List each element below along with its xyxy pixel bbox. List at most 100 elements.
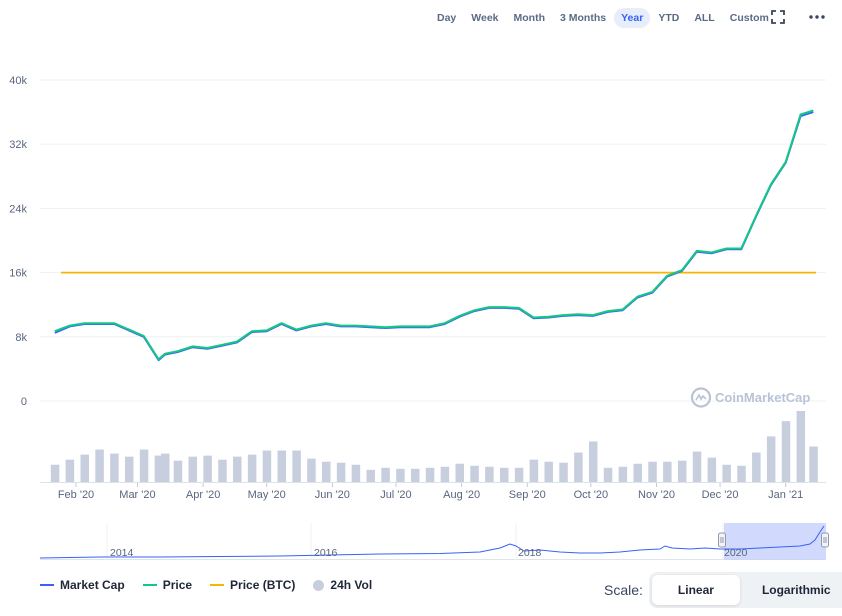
chart-legend: Market Cap Price Price (BTC) 24h Vol (40, 578, 390, 592)
legend-swatch (40, 584, 54, 586)
y-tick-label: 0 (21, 396, 27, 408)
market-cap-line (54, 111, 814, 362)
x-tick-label: Sep '20 (509, 489, 546, 501)
x-tick-label: Jul '20 (380, 489, 411, 501)
volume-bar (588, 441, 598, 482)
legend-item-24h-vol[interactable]: 24h Vol (313, 578, 372, 592)
volume-bar (277, 450, 287, 482)
volume-bar (692, 451, 702, 482)
volume-bar (809, 446, 818, 482)
navigator-year-label: 2014 (110, 547, 134, 559)
volume-bar (737, 465, 746, 482)
legend-swatch (210, 584, 225, 586)
legend-label: Price (BTC) (230, 578, 296, 592)
volume-bar (80, 454, 89, 482)
volume-bar (381, 467, 390, 482)
x-tick-label: Nov '20 (638, 489, 675, 501)
x-tick-label: Mar '20 (119, 489, 155, 501)
legend-label: Price (162, 578, 193, 592)
y-tick-label: 24k (9, 203, 27, 215)
volume-bar (425, 467, 435, 482)
volume-bar (529, 459, 539, 482)
volume-bar (722, 464, 731, 482)
legend-item-market-cap[interactable]: Market Cap (40, 578, 125, 592)
legend-swatch (142, 584, 157, 586)
volume-bar (292, 450, 301, 482)
scale-selector: Scale: Linear Logarithmic (604, 572, 842, 608)
x-tick-label: Oct '20 (574, 489, 609, 501)
volume-bar (603, 467, 613, 482)
volume-bar (796, 411, 806, 482)
series-lines (54, 109, 816, 362)
volume-bar (322, 461, 331, 482)
y-tick-label: 16k (9, 268, 27, 280)
grid-lines (40, 79, 826, 402)
legend-item-price[interactable]: Price (142, 578, 193, 592)
navigator-year-label: 2016 (314, 547, 338, 559)
volume-bar (351, 464, 361, 482)
volume-bar (470, 465, 479, 482)
x-axis: Feb '20 Mar '20 Apr '20 May '20 Jun '20 Jul '… (58, 482, 803, 501)
navigator-handle[interactable] (718, 532, 726, 548)
x-tick-label: Aug '20 (443, 489, 480, 501)
legend-item-price-btc[interactable]: Price (BTC) (210, 578, 295, 592)
volume-bar (559, 462, 568, 482)
volume-bar (618, 466, 628, 482)
volume-bar (139, 449, 149, 482)
watermark-text: CoinMarketCap (715, 390, 810, 405)
volume-bar (485, 466, 494, 482)
volume-bar (95, 449, 104, 482)
volume-bar (752, 452, 761, 482)
volume-bar (396, 468, 405, 482)
navigator-handle[interactable] (821, 532, 829, 548)
volume-bar (574, 452, 583, 482)
volume-bar (307, 458, 316, 482)
volume-bar (218, 459, 227, 482)
volume-bar (160, 453, 170, 482)
volume-bar (455, 463, 464, 482)
volume-bar (410, 468, 420, 482)
volume-bar (124, 456, 134, 482)
legend-label: Market Cap (60, 578, 125, 592)
volume-bars (40, 411, 826, 483)
price-line (54, 109, 814, 361)
volume-bar (781, 421, 791, 482)
y-tick-label: 40k (9, 75, 27, 87)
legend-label: 24h Vol (330, 578, 373, 592)
scale-logarithmic-button[interactable]: Logarithmic (740, 575, 842, 605)
volume-bar (110, 453, 119, 482)
volume-bar (203, 455, 212, 482)
volume-bar (677, 460, 687, 482)
scale-toggle: Linear Logarithmic (648, 572, 842, 608)
volume-bar (188, 456, 198, 482)
volume-bar (633, 463, 642, 482)
volume-bar (648, 461, 657, 482)
y-tick-label: 8k (15, 332, 27, 344)
volume-bar (707, 457, 717, 482)
volume-bar (663, 461, 672, 482)
y-axis: 0 8k 16k 24k 32k 40k (9, 75, 27, 408)
volume-bar (366, 469, 376, 482)
navigator-year-label: 2018 (518, 547, 542, 559)
navigator[interactable]: 2014 2016 2018 2020 (39, 523, 829, 560)
volume-bar (336, 462, 346, 482)
x-tick-label: Apr '20 (186, 489, 221, 501)
navigator-track (40, 523, 826, 560)
volume-bar (514, 467, 524, 482)
volume-bar (50, 464, 60, 482)
x-tick-label: Jun '20 (315, 489, 350, 501)
coinmarketcap-logo-mark (695, 393, 707, 401)
coinmarketcap-watermark: CoinMarketCap (690, 387, 810, 408)
x-tick-label: Feb '20 (58, 489, 94, 501)
scale-linear-button[interactable]: Linear (651, 575, 740, 605)
volume-bar (766, 436, 776, 482)
volume-bar (499, 467, 509, 482)
scale-label: Scale: (604, 582, 643, 598)
legend-swatch (313, 579, 325, 591)
x-tick-label: May '20 (248, 489, 286, 501)
volume-bar (544, 461, 553, 482)
volume-bar (173, 460, 183, 482)
x-tick-label: Jan '21 (768, 489, 803, 501)
x-tick-label: Dec '20 (702, 489, 739, 501)
price-chart: 0 8k 16k 24k 32k 40k Feb '20 Mar '20 Apr '20 May… (9, 75, 829, 560)
